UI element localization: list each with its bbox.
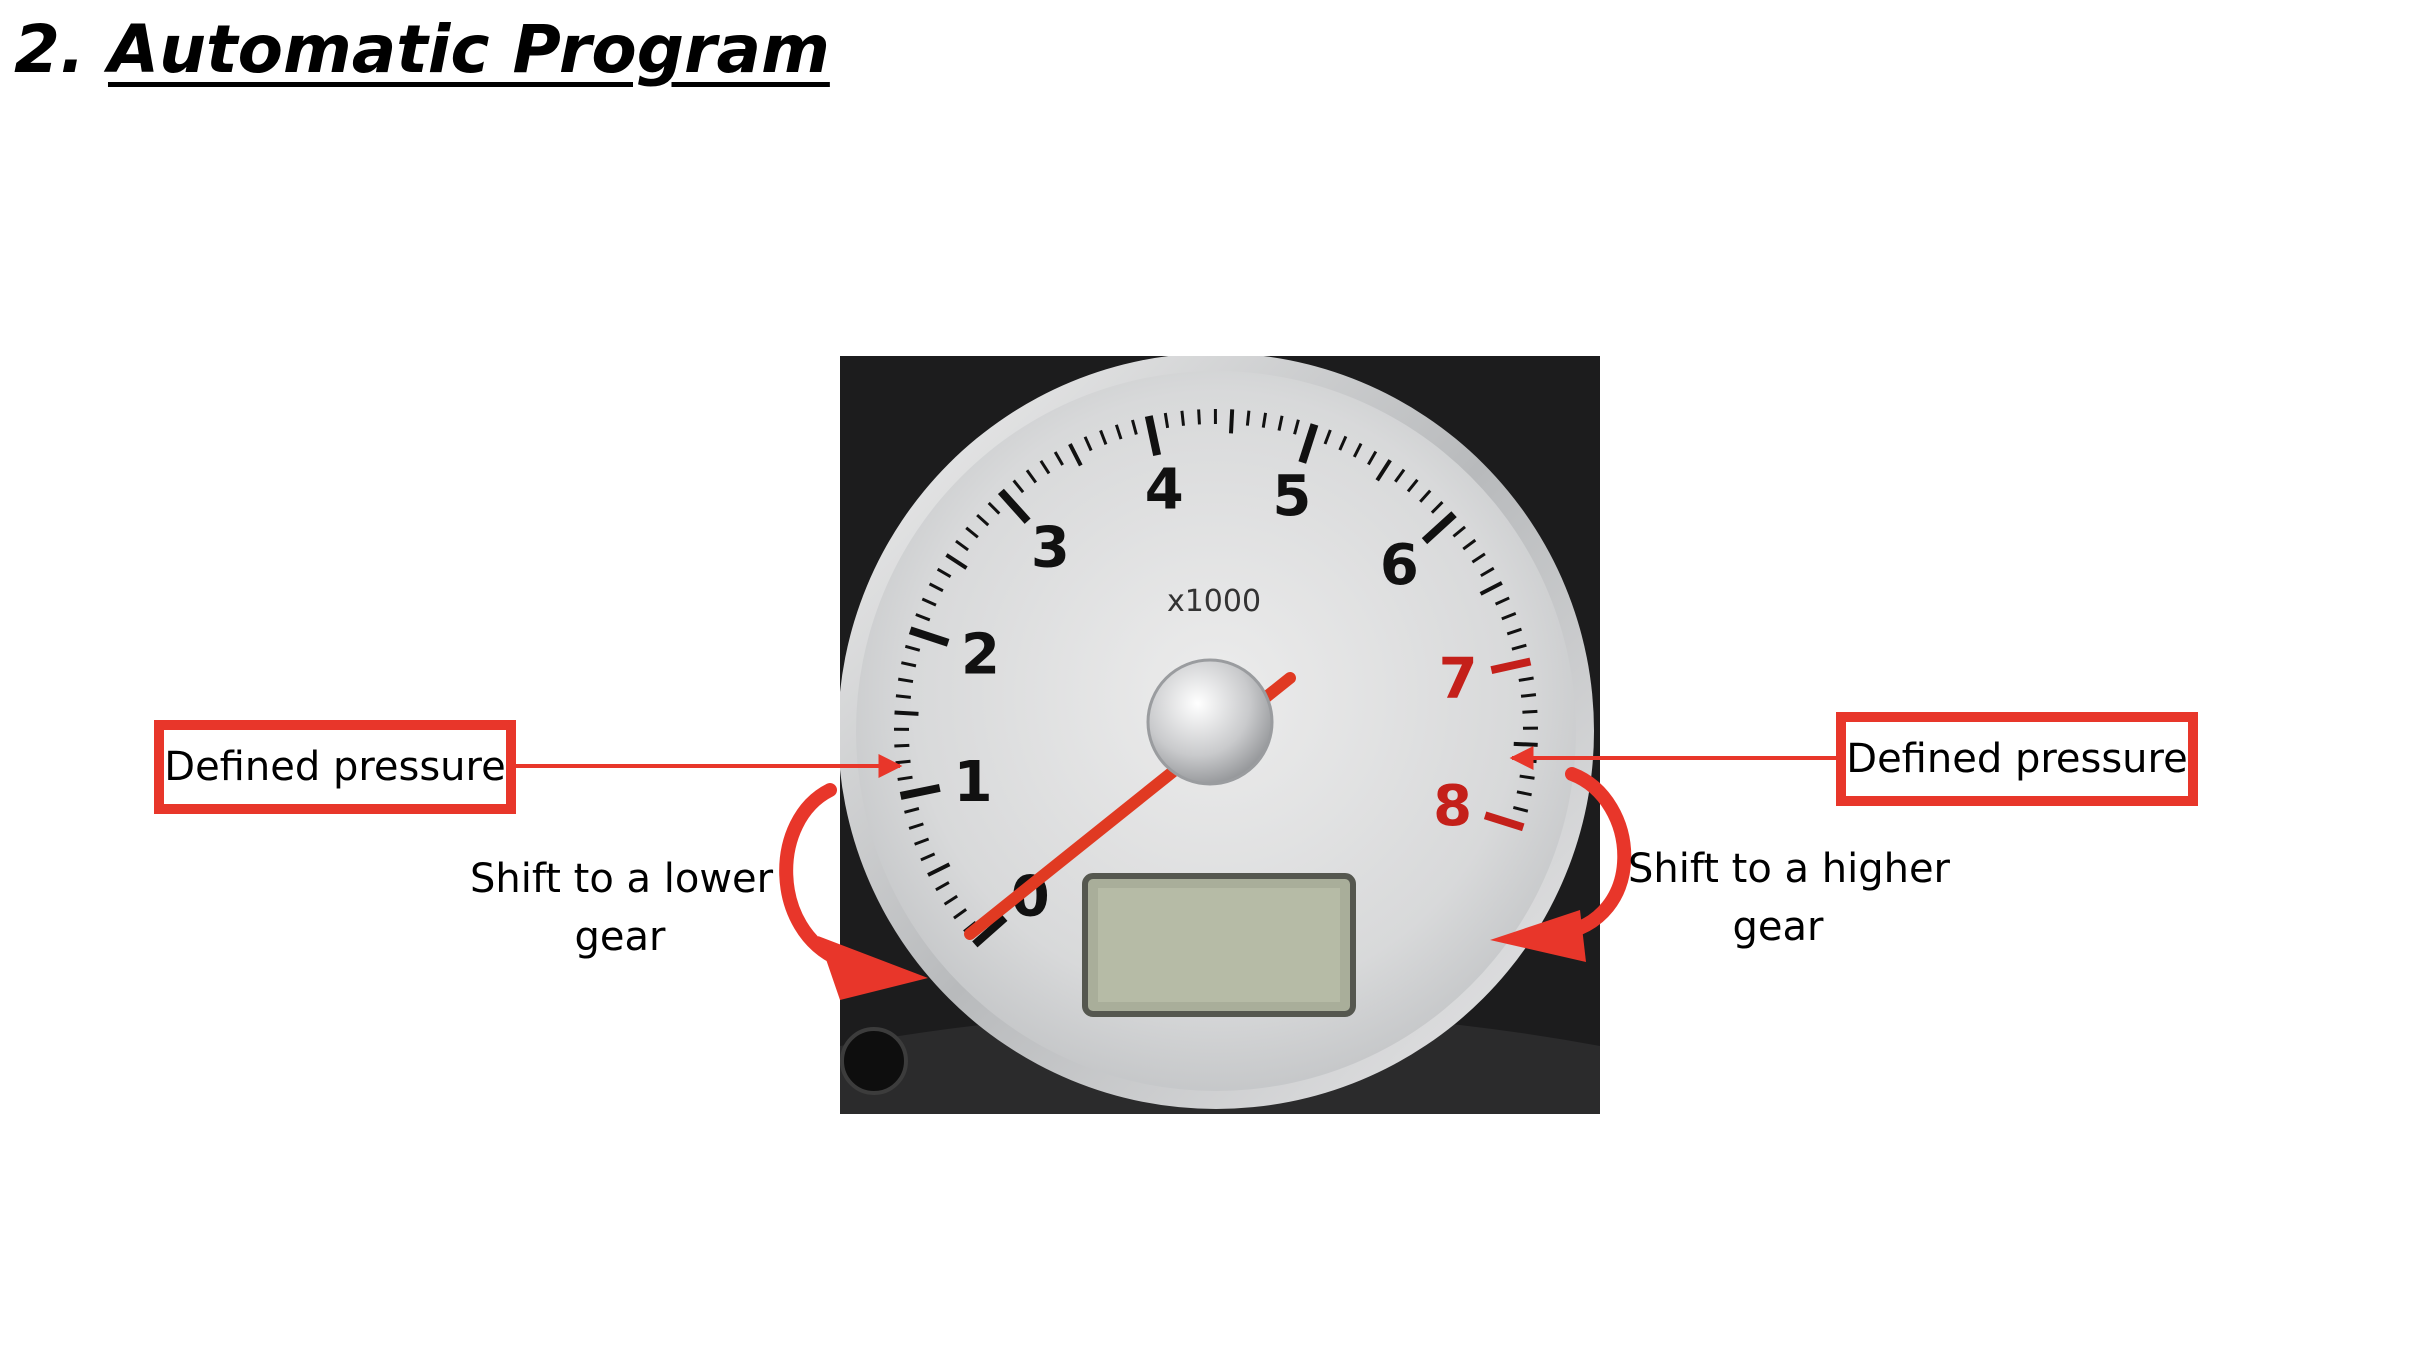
minor-tick (1520, 693, 1537, 698)
minor-tick (1228, 409, 1235, 434)
dial-number-5: 5 (1272, 464, 1311, 529)
shift-higher-gear-note: Shift to a higher gear (1628, 840, 1950, 956)
shift-lower-gear-note: Shift to a lower gear (470, 850, 774, 966)
shift-higher-line1: Shift to a higher (1628, 846, 1950, 892)
gauge-unit-label: x1000 (1167, 584, 1261, 619)
minor-tick (1521, 758, 1537, 764)
shift-lower-line2: gear (574, 914, 666, 960)
dial-number-6: 6 (1380, 533, 1419, 598)
minor-tick (1197, 409, 1201, 425)
gauge-hub (1146, 658, 1274, 786)
shift-higher-line2: gear (1732, 904, 1824, 950)
minor-tick (894, 743, 910, 748)
minor-tick (894, 710, 919, 716)
minor-tick (895, 759, 911, 765)
shift-lower-line1: Shift to a lower (470, 856, 774, 902)
downshift-curved-arrow (779, 783, 847, 967)
minor-tick (1245, 410, 1251, 426)
tachometer-image: 01234 5678 x1000 (840, 356, 1600, 1114)
minor-tick (1180, 410, 1185, 426)
defined-pressure-left-box: Defined pressure (154, 720, 516, 814)
slide-title: 2. Automatic Program (14, 10, 830, 89)
defined-pressure-right-box: Defined pressure (1836, 712, 2198, 806)
dial-number-2: 2 (961, 622, 1000, 687)
title-number: 2. (14, 11, 85, 88)
minor-tick (1522, 709, 1538, 714)
dial-number-1: 1 (954, 750, 993, 815)
dial-number-7: 7 (1439, 646, 1478, 711)
lcd-inner (1098, 888, 1340, 1002)
dial-number-4: 4 (1145, 457, 1184, 522)
defined-pressure-left-label: Defined pressure (164, 744, 506, 790)
minor-tick (895, 694, 912, 699)
title-text: Automatic Program (107, 11, 830, 88)
defined-pressure-right-label: Defined pressure (1846, 736, 2188, 782)
minor-tick (1513, 741, 1538, 747)
dial-number-8: 8 (1433, 774, 1472, 839)
dashboard-knob (840, 1027, 908, 1095)
dial-number-3: 3 (1031, 515, 1070, 580)
